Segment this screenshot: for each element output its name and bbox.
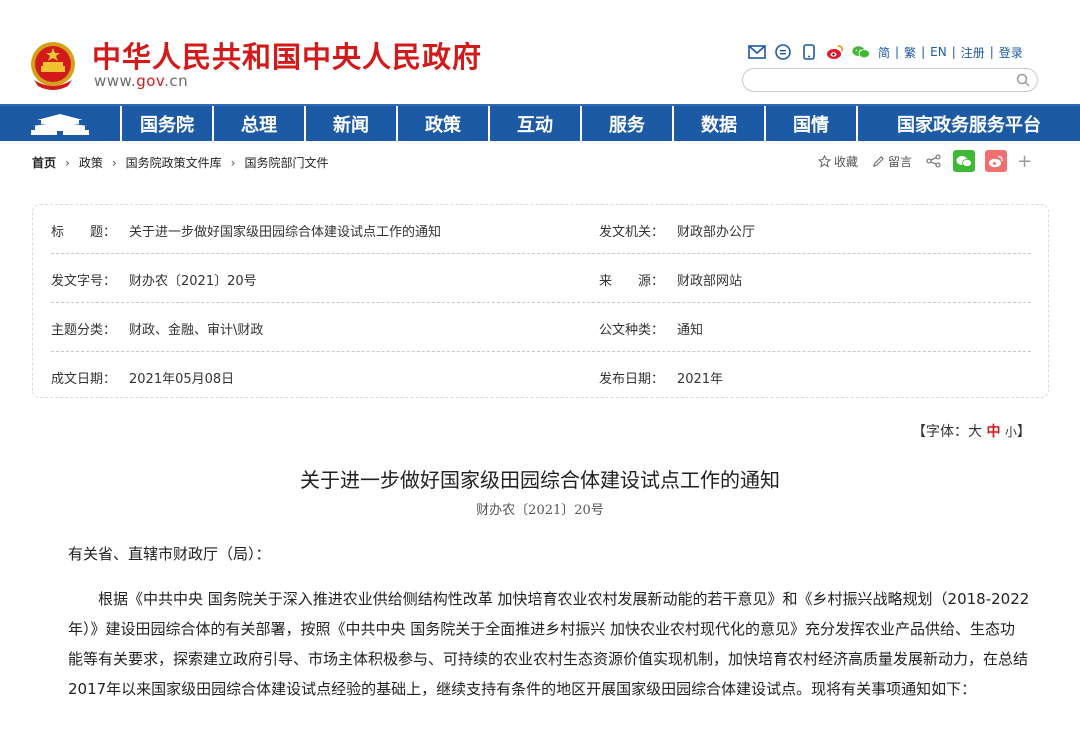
written-date-value: 2021年05月08日 bbox=[129, 372, 235, 387]
docno-value: 财办农〔2021〕20号 bbox=[129, 274, 257, 289]
separator: | bbox=[921, 45, 926, 59]
lang-english-link[interactable]: EN bbox=[930, 45, 947, 59]
top-links: 简 | 繁 | EN | 注册 | 登录 bbox=[748, 42, 1023, 62]
info-row: 发文字号： 财办农〔2021〕20号 来 源： 财政部网站 bbox=[51, 254, 1031, 303]
nav-item-services[interactable]: 服务 bbox=[582, 106, 674, 141]
breadcrumb: 首页 › 政策 › 国务院政策文件库 › 国务院部门文件 bbox=[32, 154, 329, 171]
message-icon[interactable] bbox=[774, 44, 792, 60]
pen-icon bbox=[873, 155, 884, 167]
more-share-icon[interactable]: + bbox=[1017, 151, 1032, 172]
font-size-medium[interactable]: 中 bbox=[986, 424, 1000, 440]
document-info-box: 标 题： 关于进一步做好国家级田园综合体建设试点工作的通知 发文机关： 财政部办… bbox=[32, 204, 1049, 398]
nav-item-news[interactable]: 新闻 bbox=[306, 106, 398, 141]
main-nav: 国务院 总理 新闻 政策 互动 服务 数据 国情 国家政务服务平台 bbox=[0, 104, 1080, 141]
nav-item-state-council[interactable]: 国务院 bbox=[122, 106, 214, 141]
site-url-prefix: www. bbox=[94, 72, 137, 90]
search-icon[interactable] bbox=[1015, 72, 1031, 88]
nav-item-national-info[interactable]: 国情 bbox=[766, 106, 858, 141]
nav-home[interactable] bbox=[0, 106, 122, 141]
lang-simplified-link[interactable]: 简 bbox=[878, 44, 890, 61]
info-row: 标 题： 关于进一步做好国家级田园综合体建设试点工作的通知 发文机关： 财政部办… bbox=[51, 205, 1031, 254]
source-label: 来 源： bbox=[599, 274, 665, 289]
share-tools: 收藏 留言 + bbox=[818, 150, 1032, 172]
wechat-icon[interactable] bbox=[852, 44, 870, 60]
breadcrumb-policy-library[interactable]: 国务院政策文件库 bbox=[126, 154, 222, 171]
font-size-prefix: 【字体： bbox=[912, 424, 968, 440]
login-link[interactable]: 登录 bbox=[999, 44, 1023, 61]
nav-item-premier[interactable]: 总理 bbox=[214, 106, 306, 141]
docno-label: 发文字号： bbox=[51, 274, 117, 289]
source-value: 财政部网站 bbox=[677, 274, 743, 289]
search-input[interactable] bbox=[742, 68, 1038, 92]
publish-date-label: 发布日期： bbox=[599, 372, 665, 387]
publish-date-value: 2021年 bbox=[677, 372, 724, 387]
site-url-brand: gov bbox=[136, 72, 165, 90]
breadcrumb-policy[interactable]: 政策 bbox=[79, 154, 103, 171]
font-size-large[interactable]: 大 bbox=[968, 424, 982, 440]
topic-label: 主题分类： bbox=[51, 323, 117, 338]
article-paragraph: 根据《中共中央 国务院关于深入推进农业供给侧结构性改革 加快培育农业农村发展新动… bbox=[68, 590, 1030, 698]
weibo-icon[interactable] bbox=[826, 44, 844, 60]
doctype-value: 通知 bbox=[677, 323, 704, 338]
font-size-small[interactable]: 小 bbox=[1005, 425, 1017, 439]
share-wechat-icon[interactable] bbox=[953, 150, 976, 172]
separator: | bbox=[951, 45, 956, 59]
national-emblem-icon[interactable] bbox=[28, 40, 78, 92]
written-date-label: 成文日期： bbox=[51, 372, 117, 387]
info-row: 成文日期： 2021年05月08日 发布日期： 2021年 bbox=[51, 352, 1031, 401]
comment-button[interactable]: 留言 bbox=[872, 153, 912, 170]
article-docno: 财办农〔2021〕20号 bbox=[476, 503, 604, 518]
info-row: 主题分类： 财政、金融、审计\财政 公文种类： 通知 bbox=[51, 303, 1031, 352]
lang-traditional-link[interactable]: 繁 bbox=[904, 44, 916, 61]
register-link[interactable]: 注册 bbox=[961, 44, 985, 61]
site-url-suffix: .cn bbox=[164, 72, 189, 90]
nav-item-interaction[interactable]: 互动 bbox=[490, 106, 582, 141]
breadcrumb-home[interactable]: 首页 bbox=[32, 154, 56, 171]
separator: | bbox=[989, 45, 994, 59]
font-size-switch: 【字体：大 中 小】 bbox=[912, 421, 1031, 441]
chevron-right-icon: › bbox=[111, 155, 117, 170]
share-weibo-icon[interactable] bbox=[985, 150, 1008, 172]
site-header: 中华人民共和国中央人民政府 www.gov.cn 简 | 繁 | EN | 注册… bbox=[0, 0, 1080, 104]
site-url[interactable]: www.gov.cn bbox=[94, 72, 188, 90]
site-title[interactable]: 中华人民共和国中央人民政府 bbox=[92, 34, 482, 76]
issuer-value: 财政部办公厅 bbox=[677, 225, 756, 240]
issuer-label: 发文机关： bbox=[599, 225, 665, 240]
separator: | bbox=[895, 45, 900, 59]
tiananmen-icon bbox=[31, 113, 89, 135]
chevron-right-icon: › bbox=[65, 155, 70, 170]
chevron-right-icon: › bbox=[230, 155, 236, 170]
share-icon[interactable] bbox=[926, 154, 945, 168]
title-label: 标 题： bbox=[51, 225, 117, 240]
topic-value: 财政、金融、审计\财政 bbox=[129, 323, 264, 338]
favorite-label: 收藏 bbox=[834, 154, 859, 169]
mobile-icon[interactable] bbox=[800, 44, 818, 60]
nav-item-gov-service-platform[interactable]: 国家政务服务平台 bbox=[858, 106, 1080, 141]
nav-item-data[interactable]: 数据 bbox=[674, 106, 766, 141]
article-greeting: 有关省、直辖市财政厅（局）： bbox=[68, 545, 271, 563]
nav-item-policy[interactable]: 政策 bbox=[398, 106, 490, 141]
breadcrumb-dept-docs[interactable]: 国务院部门文件 bbox=[244, 154, 328, 171]
star-icon bbox=[818, 154, 831, 168]
favorite-button[interactable]: 收藏 bbox=[818, 153, 858, 170]
article-title: 关于进一步做好国家级田园综合体建设试点工作的通知 bbox=[300, 468, 780, 492]
doctype-label: 公文种类： bbox=[599, 323, 665, 338]
title-value: 关于进一步做好国家级田园综合体建设试点工作的通知 bbox=[129, 225, 442, 240]
font-size-suffix: 】 bbox=[1016, 424, 1031, 440]
mail-icon[interactable] bbox=[748, 44, 766, 60]
comment-label: 留言 bbox=[888, 154, 913, 169]
